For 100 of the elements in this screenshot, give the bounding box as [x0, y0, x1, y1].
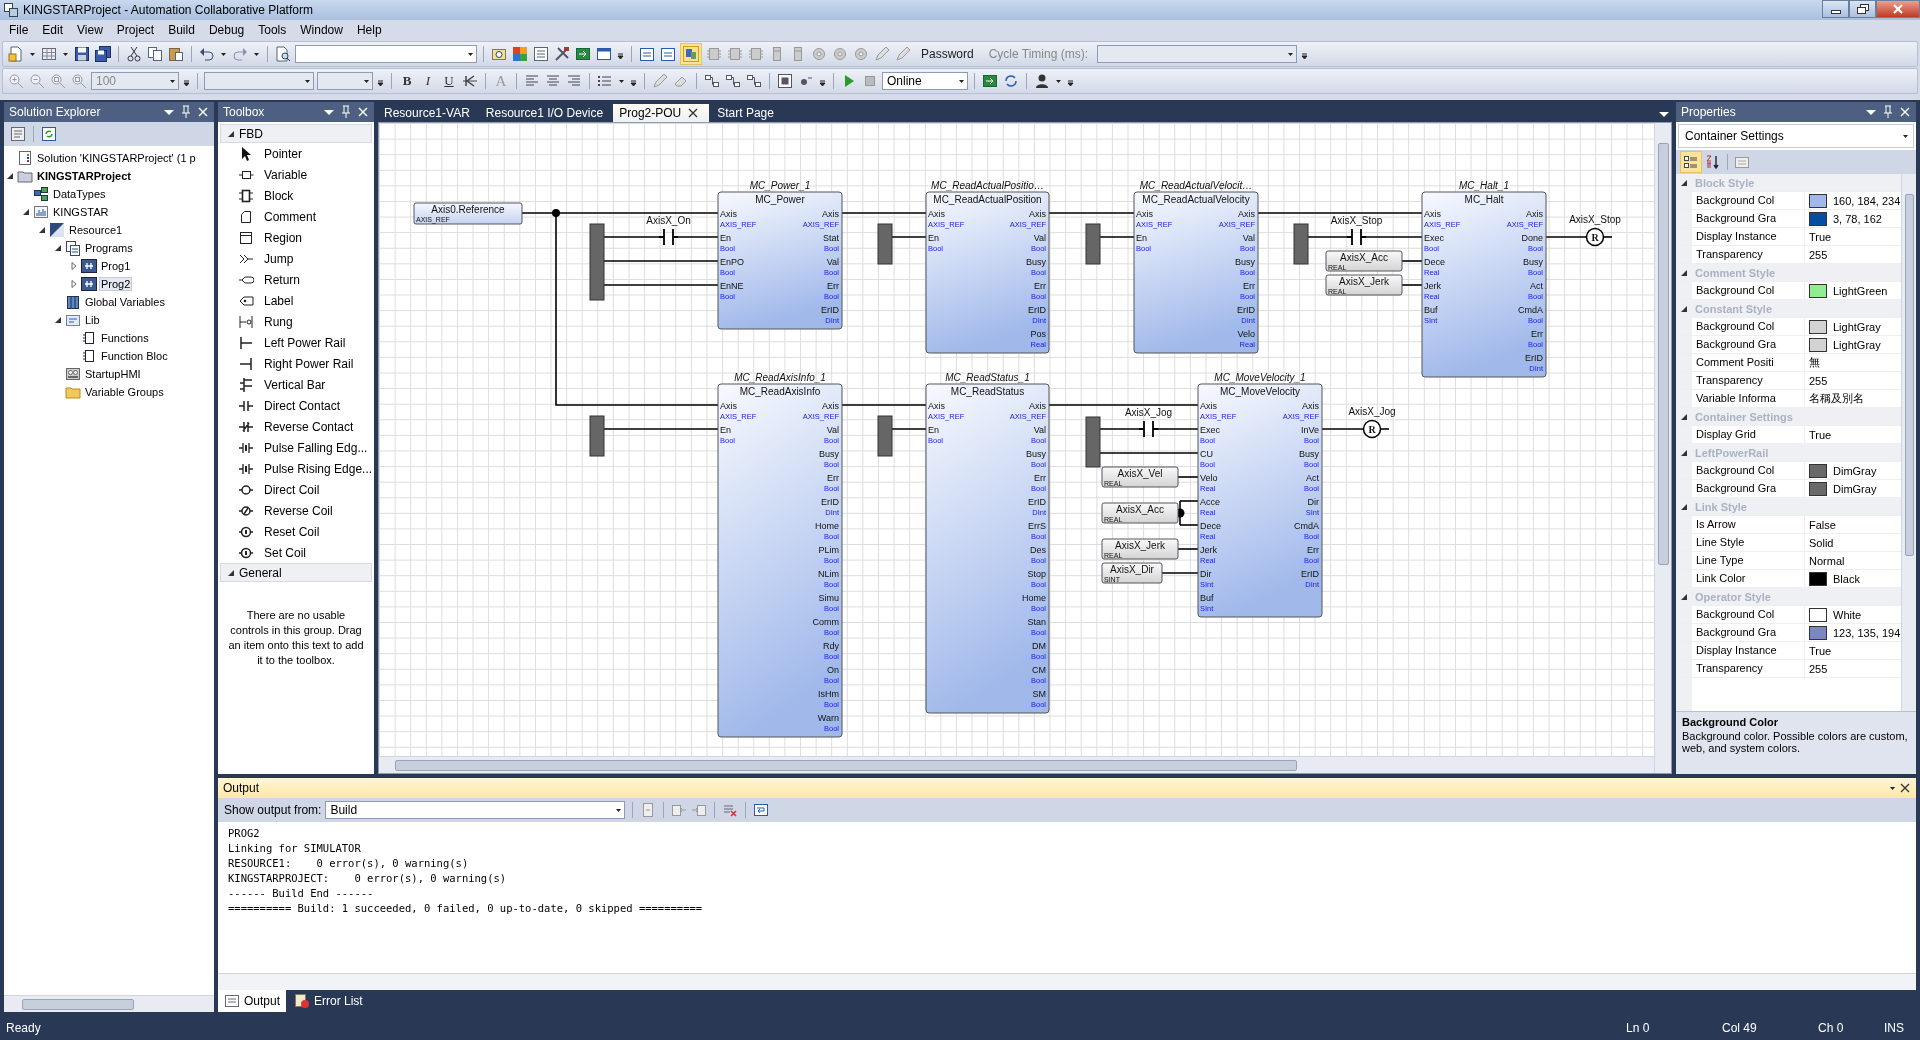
format-button[interactable]: U — [440, 72, 458, 90]
toolbox-item[interactable]: Comment — [264, 209, 316, 224]
tree-item[interactable]: Functions — [99, 331, 151, 345]
toolbox-group-header[interactable]: General — [220, 563, 372, 582]
document-tab[interactable]: Resource1-VAR — [378, 104, 478, 122]
toolbox-item[interactable]: Left Power Rail — [264, 335, 346, 350]
panel-tab[interactable]: Output — [218, 990, 287, 1012]
constant-name: AxisX_Acc — [1340, 252, 1388, 263]
menu-item[interactable]: View — [70, 21, 110, 39]
toolbox-item[interactable]: Block — [264, 188, 294, 203]
property-value[interactable]: 160, 184, 234 — [1833, 194, 1901, 207]
pin-name: Jerk — [1424, 281, 1441, 291]
toolbox-item[interactable]: Label — [264, 293, 294, 308]
toolbox-item[interactable]: Pointer — [264, 146, 303, 161]
pin-name: Busy — [1299, 449, 1319, 459]
menu-item[interactable]: Tools — [251, 21, 294, 39]
pin-name: EnPO — [720, 257, 744, 267]
panel-tab[interactable]: Error List — [288, 990, 369, 1012]
object-dropdown[interactable]: Container Settings — [1678, 124, 1914, 148]
property-value[interactable]: LightGray — [1833, 320, 1881, 333]
property-value[interactable]: 123, 135, 194 — [1833, 626, 1901, 639]
pin-name: Warn — [817, 713, 839, 723]
property-value[interactable]: True — [1809, 230, 1832, 243]
property-value[interactable]: 255 — [1809, 248, 1828, 261]
pin-name: PLim — [818, 545, 839, 555]
toolbox-item[interactable]: Reverse Contact — [264, 419, 354, 434]
tree-item[interactable]: Function Bloc — [99, 349, 170, 363]
property-value[interactable]: True — [1809, 428, 1832, 441]
property-value[interactable]: 3, 78, 162 — [1833, 212, 1882, 225]
property-name: Background Gra — [1692, 480, 1805, 497]
tree-item[interactable]: Solution 'KINGSTARProject' (1 p — [35, 151, 198, 165]
property-value[interactable]: 255 — [1809, 662, 1828, 675]
property-value[interactable]: DimGray — [1833, 464, 1877, 477]
pin-name: Axis — [928, 209, 945, 219]
property-value[interactable]: DimGray — [1833, 482, 1877, 495]
pin-name: CM — [1032, 665, 1046, 675]
document-tab[interactable]: Prog2-POU — [613, 104, 710, 122]
property-name: Background Col — [1692, 606, 1805, 623]
toolbox-item[interactable]: Variable — [264, 167, 308, 182]
format-button[interactable]: B — [398, 72, 416, 90]
property-value[interactable]: LightGray — [1833, 338, 1881, 351]
tree-item[interactable]: Variable Groups — [83, 385, 166, 399]
toolbox-group-header[interactable]: FBD — [220, 124, 372, 143]
pin-name: Comm — [812, 617, 839, 627]
toolbox-item[interactable]: Pulse Falling Edg... — [264, 440, 368, 455]
toolbox-item[interactable]: Set Coil — [264, 545, 307, 560]
pin-name: Simu — [818, 593, 839, 603]
tree-item[interactable]: Resource1 — [67, 223, 125, 237]
tree-item[interactable]: Programs — [83, 241, 135, 255]
pin-name: Home — [1022, 593, 1046, 603]
tree-item[interactable]: Lib — [83, 313, 102, 327]
format-button[interactable]: I — [419, 72, 437, 90]
property-value[interactable]: Solid — [1809, 536, 1834, 549]
toolbox-item[interactable]: Vertical Bar — [264, 377, 326, 392]
tree-item[interactable]: Global Variables — [83, 295, 167, 309]
tree-item[interactable]: Prog2 — [99, 277, 133, 291]
tree-item[interactable]: StartupHMI — [83, 367, 143, 381]
tree-item[interactable]: Prog1 — [99, 259, 133, 273]
toolbox-item[interactable]: Rung — [264, 314, 293, 329]
block-instance-name: MC_MoveVelocity_1 — [1214, 372, 1306, 383]
property-value[interactable]: 名稱及別名 — [1809, 391, 1864, 406]
toolbox-item[interactable]: Reverse Coil — [264, 503, 333, 518]
property-value[interactable]: LightGreen — [1833, 284, 1888, 297]
toolbox-item[interactable]: Return — [264, 272, 301, 287]
toolbox-item[interactable]: Reset Coil — [264, 524, 320, 539]
toolbox-item[interactable]: Direct Contact — [264, 398, 341, 413]
property-name: Comment Positi — [1692, 354, 1805, 371]
pin-name: Stan — [1027, 617, 1046, 627]
toolbox-item[interactable]: Jump — [264, 251, 294, 266]
menu-item[interactable]: Debug — [201, 21, 252, 39]
property-value[interactable]: Black — [1833, 572, 1860, 585]
toolbox-item[interactable]: Right Power Rail — [264, 356, 354, 371]
contact-label: AxisX_On — [646, 215, 691, 226]
property-value[interactable]: White — [1833, 608, 1862, 621]
menu-item[interactable]: Edit — [35, 21, 71, 39]
tree-item[interactable]: KINGSTARProject — [35, 169, 133, 183]
property-value[interactable]: 255 — [1809, 374, 1828, 387]
pin-name: Err — [1307, 545, 1319, 555]
menu-item[interactable]: Window — [293, 21, 350, 39]
toolbox-item[interactable]: Pulse Rising Edge... — [264, 461, 373, 476]
menu-item[interactable]: File — [2, 21, 36, 39]
property-name: Variable Informa — [1692, 390, 1805, 407]
tree-item[interactable]: KINGSTAR — [51, 205, 111, 219]
pin-name: Rdy — [823, 641, 839, 651]
document-tab[interactable]: Start Page — [711, 104, 782, 122]
tree-item[interactable]: DataTypes — [51, 187, 108, 201]
dropdown-field[interactable]: Build — [325, 801, 626, 819]
menu-item[interactable]: Help — [349, 21, 389, 39]
property-value[interactable]: True — [1809, 644, 1832, 657]
menu-item[interactable]: Project — [109, 21, 162, 39]
document-tab[interactable]: Resource1 I/O Device — [479, 104, 612, 122]
toolbox-item[interactable]: Region — [264, 230, 303, 245]
toolbox-item[interactable]: Direct Coil — [264, 482, 320, 497]
property-name: Background Col — [1692, 192, 1805, 209]
pin-name: InVe — [1300, 425, 1319, 435]
dropdown-field[interactable]: Online — [882, 72, 968, 90]
property-value[interactable]: False — [1809, 518, 1836, 531]
property-value[interactable]: Normal — [1809, 554, 1845, 567]
property-value[interactable]: 無 — [1809, 355, 1820, 370]
menu-item[interactable]: Build — [161, 21, 202, 39]
